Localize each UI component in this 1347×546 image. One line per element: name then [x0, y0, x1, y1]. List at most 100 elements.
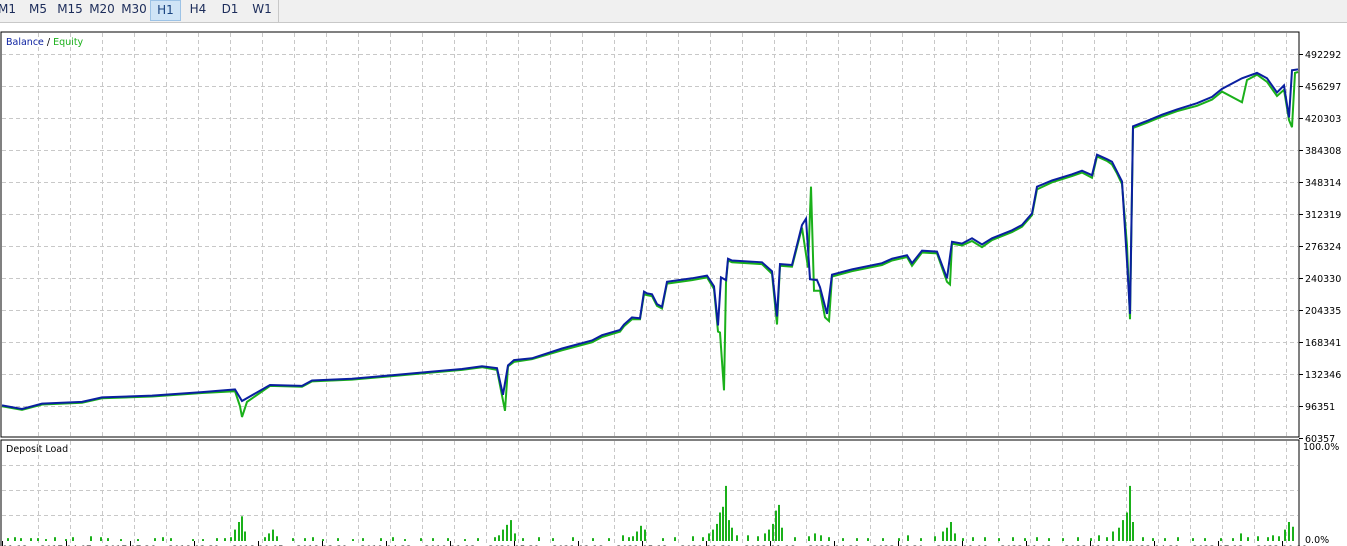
- deposit-load-bar: [224, 538, 226, 541]
- deposit-load-bar: [662, 538, 664, 541]
- deposit-load-bar: [107, 538, 109, 541]
- deposit-load-bar: [14, 537, 16, 541]
- deposit-load-bar: [764, 533, 766, 541]
- deposit-load-bar: [1129, 485, 1131, 541]
- deposit-load-bar: [1288, 522, 1290, 541]
- deposit-load-bar: [264, 537, 266, 541]
- deposit-load-bar: [572, 537, 574, 541]
- deposit-load-bar: [882, 538, 884, 541]
- deposit-load-bar: [808, 536, 810, 541]
- deposit-load-bar: [1204, 538, 1206, 541]
- deposit-load-bar: [592, 538, 594, 541]
- deposit-load-bar: [781, 527, 783, 541]
- deposit-load-bar: [337, 538, 339, 541]
- balance-line: [1, 68, 1299, 411]
- main-y-tick-label: 204335: [1305, 306, 1341, 317]
- deposit-load-bar: [920, 538, 922, 541]
- deposit-load-bar: [1122, 520, 1124, 541]
- deposit-load-bar: [100, 537, 102, 541]
- deposit-load-bar: [731, 527, 733, 541]
- legend-separator: /: [44, 37, 53, 48]
- deposit-load-bar: [775, 510, 777, 541]
- deposit-load-bar: [722, 506, 724, 541]
- deposit-load-bar: [20, 538, 22, 541]
- deposit-load-bar: [170, 538, 172, 541]
- x-axis: 2017.01.132017.04.072017.07.262018.03.21…: [0, 541, 1308, 546]
- main-y-tick-label: 492292: [1305, 50, 1341, 61]
- deposit-load-bar: [304, 538, 306, 541]
- deposit-load-bar: [1232, 538, 1234, 541]
- deposit-load-bars: [7, 485, 1294, 541]
- deposit-load-bar: [712, 529, 714, 541]
- deposit-load-bar: [1112, 531, 1114, 541]
- deposit-load-bar: [640, 525, 642, 541]
- deposit-load-bar: [238, 522, 240, 541]
- deposit-load-bar: [1062, 538, 1064, 541]
- main-y-tick-label: 168341: [1305, 338, 1341, 349]
- legend: Balance / Equity: [6, 37, 84, 48]
- deposit-load-bar: [312, 537, 314, 541]
- deposit-load-bar: [162, 537, 164, 541]
- deposit-load-plot-frame: [0, 439, 1300, 546]
- deposit-load-bar: [65, 539, 67, 541]
- deposit-load-bar: [768, 529, 770, 541]
- deposit-load-bar: [432, 538, 434, 541]
- deposit-load-bar: [420, 538, 422, 541]
- deposit-load-bar: [814, 533, 816, 541]
- timeframe-m15-button[interactable]: M15: [54, 0, 86, 21]
- deposit-load-bar: [477, 538, 479, 541]
- timeframe-m30-button[interactable]: M30: [118, 0, 150, 21]
- deposit-load-bar: [1177, 537, 1179, 541]
- deposit-load-bar: [1278, 536, 1280, 541]
- deposit-load-bar: [522, 538, 524, 541]
- main-y-tick-label: 96351: [1305, 402, 1335, 413]
- deposit-load-bar: [90, 536, 92, 541]
- deposit-load-bar: [1284, 529, 1286, 541]
- deposit-load-bar: [506, 524, 508, 541]
- deposit-load-bar: [1077, 537, 1079, 541]
- deposit-load-bar: [747, 535, 749, 541]
- deposit-load-grid: [2, 441, 1298, 546]
- deposit-load-bar: [984, 537, 986, 541]
- main-y-axis: 492292 456297 420303 384308 348314 312319 2763…: [1299, 50, 1341, 445]
- deposit-load-bar: [502, 529, 504, 541]
- deposit-load-bar: [942, 531, 944, 541]
- deposit-load-bar: [856, 538, 858, 541]
- timeframe-w1-button[interactable]: W1: [246, 0, 278, 21]
- deposit-load-bar: [1024, 538, 1026, 541]
- main-grid: [2, 33, 1298, 436]
- timeframe-d1-button[interactable]: D1: [214, 0, 246, 21]
- deposit-load-bar: [322, 539, 324, 541]
- timeframe-h1-button[interactable]: H1: [150, 0, 181, 21]
- deposit-load-bar: [494, 537, 496, 541]
- deposit-load-bar: [1220, 538, 1222, 541]
- deposit-load-bar: [498, 535, 500, 541]
- deposit-load-bar: [230, 537, 232, 541]
- deposit-load-bar: [1142, 537, 1144, 541]
- deposit-load-bar: [828, 537, 830, 541]
- deposit-load-bar: [1048, 538, 1050, 541]
- deposit-load-bar: [716, 523, 718, 541]
- deposit-load-bar: [1292, 526, 1294, 541]
- timeframe-m20-button[interactable]: M20: [86, 0, 118, 21]
- deposit-load-bar: [1118, 527, 1120, 541]
- timeframe-m1-button[interactable]: M1: [0, 0, 20, 21]
- timeframe-h4-button[interactable]: H4: [182, 0, 214, 21]
- deposit-load-bar: [736, 535, 738, 541]
- deposit-load-bar: [552, 538, 554, 541]
- deposit-load-bar: [241, 516, 243, 541]
- deposit-load-bar: [794, 537, 796, 541]
- deposit-load-bar: [380, 538, 382, 541]
- deposit-load-bar: [362, 538, 364, 541]
- deposit-load-bar: [292, 538, 294, 541]
- deposit-load-bar: [632, 536, 634, 541]
- deposit-load-bar: [72, 537, 74, 541]
- deposit-load-bar: [778, 504, 780, 541]
- legend-balance: Balance: [6, 37, 44, 48]
- load-y-tick-label: 0.0%: [1305, 535, 1329, 546]
- deposit-load-bar: [728, 520, 730, 541]
- deposit-load-bar: [1090, 538, 1092, 541]
- timeframe-m5-button[interactable]: M5: [22, 0, 54, 21]
- deposit-load-bar: [898, 538, 900, 541]
- deposit-load-bar: [644, 529, 646, 541]
